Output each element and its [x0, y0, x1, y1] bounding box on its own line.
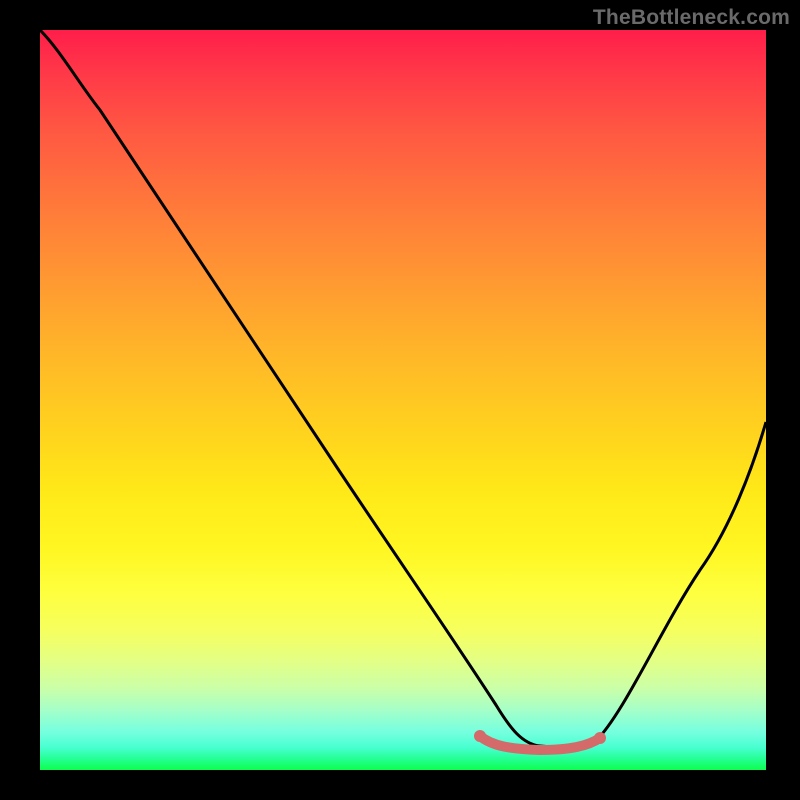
- bottom-marker-line: [480, 736, 600, 750]
- marker-dot-right: [594, 732, 606, 744]
- chart-svg: [40, 30, 766, 770]
- bottleneck-curve: [40, 30, 766, 747]
- marker-dot-left: [474, 730, 486, 742]
- chart-area: [40, 30, 766, 770]
- watermark-text: TheBottleneck.com: [593, 6, 790, 30]
